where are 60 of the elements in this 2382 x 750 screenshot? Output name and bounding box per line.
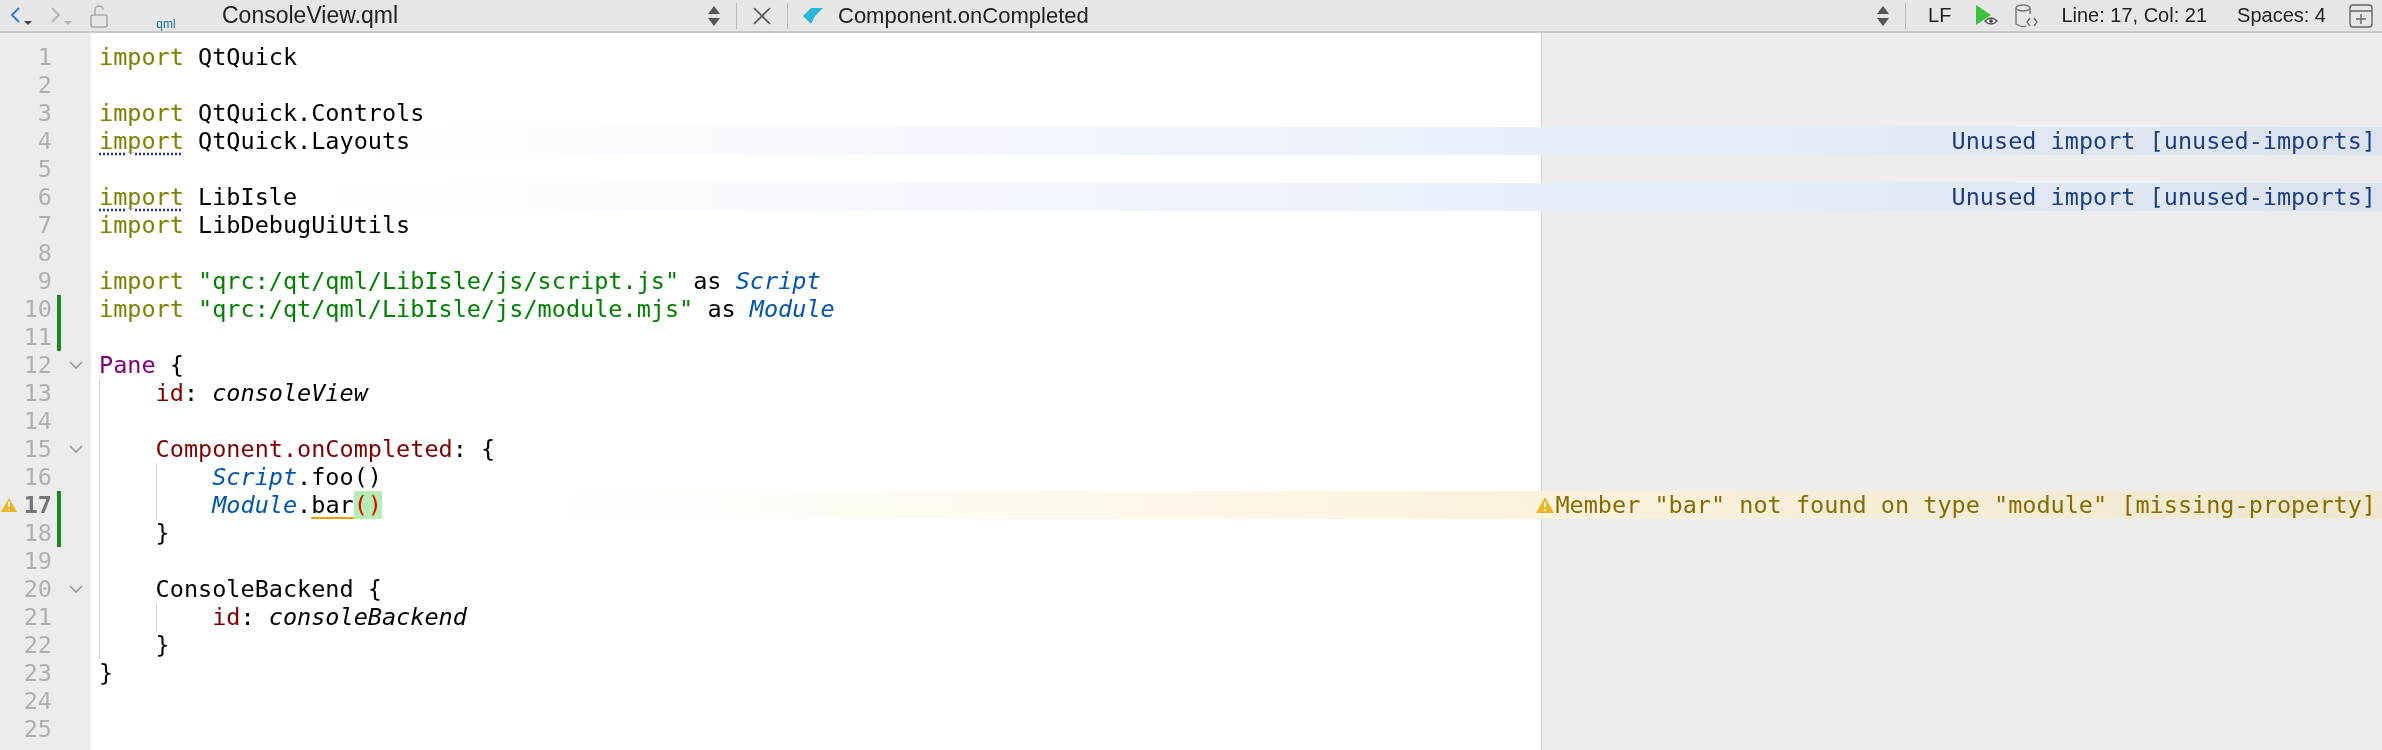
line-number: 11 (22, 323, 52, 351)
line-number: 14 (22, 407, 52, 435)
line-number: 9 (36, 267, 52, 295)
code-line: } (154, 631, 170, 659)
line-number: 24 (22, 687, 52, 715)
split-add-icon[interactable] (2348, 2, 2374, 29)
line-number: 20 (22, 575, 52, 603)
fold-chevron-icon[interactable] (68, 444, 84, 454)
diagnostic-message: Unused import [unused-imports] (1951, 127, 2377, 155)
code-line: import "qrc:/qt/qml/LibIsle/js/module.mjs" as Module (99, 295, 835, 323)
line-number: 22 (22, 631, 52, 659)
line-number: 10 (22, 295, 52, 323)
line-number: 15 (22, 435, 52, 463)
code-line: } (154, 519, 170, 547)
tag-icon (802, 5, 824, 26)
line-number: 16 (22, 463, 52, 491)
code-line: ConsoleBackend { (154, 575, 382, 603)
code-line: import QtQuick.Layouts (99, 127, 411, 155)
code-line: import LibIsle (99, 183, 298, 211)
code-line: import LibDebugUiUtils (99, 211, 411, 239)
database-code-icon[interactable] (2013, 2, 2040, 29)
lock-icon[interactable] (88, 3, 110, 28)
close-icon[interactable] (751, 4, 773, 27)
line-number: 18 (22, 519, 52, 547)
fold-chevron-icon[interactable] (68, 584, 84, 594)
line-number: 25 (22, 715, 52, 743)
code-line: id: consoleView (154, 379, 368, 407)
line-number: 12 (22, 351, 52, 379)
diagnostic-message: Unused import [unused-imports] (1951, 183, 2377, 211)
line-number: 5 (36, 155, 52, 183)
line-number: 4 (36, 127, 52, 155)
line-number: 7 (36, 211, 52, 239)
diagnostic-message: Member "bar" not found on type "module" [missing-property] (1555, 491, 2377, 519)
code-line: import "qrc:/qt/qml/LibIsle/js/script.js" as Script (99, 267, 821, 295)
line-number: 8 (36, 239, 52, 267)
code-line: id: consoleBackend (211, 603, 467, 631)
symbol-selector[interactable]: Component.onCompleted (838, 2, 1089, 29)
code-line: import QtQuick (99, 43, 298, 71)
code-line: import QtQuick.Controls (99, 99, 425, 127)
line-ending[interactable]: LF (1928, 4, 1952, 27)
line-number: 19 (22, 547, 52, 575)
indentation-setting[interactable]: Spaces: 4 (2237, 4, 2326, 27)
warning-icon (1535, 496, 1556, 514)
code-line: Module.bar() (210, 491, 382, 519)
line-number: 23 (22, 659, 52, 687)
code-line: Script.foo() (211, 463, 382, 491)
line-number: 2 (36, 71, 52, 99)
code-line: Component.onCompleted: { (154, 435, 496, 463)
fold-chevron-icon[interactable] (68, 360, 84, 370)
line-number: 13 (22, 379, 52, 407)
line-number: 3 (36, 99, 52, 127)
qml-file-icon: qml (152, 1, 180, 30)
cursor-position[interactable]: Line: 17, Col: 21 (2061, 4, 2208, 27)
code-line: } (99, 659, 114, 687)
line-number: 1 (36, 43, 52, 71)
line-number: 17 (22, 491, 52, 519)
line-number: 21 (22, 603, 52, 631)
code-line: Pane { (99, 351, 184, 379)
file-name[interactable]: ConsoleView.qml (222, 2, 692, 29)
line-number: 6 (36, 183, 52, 211)
